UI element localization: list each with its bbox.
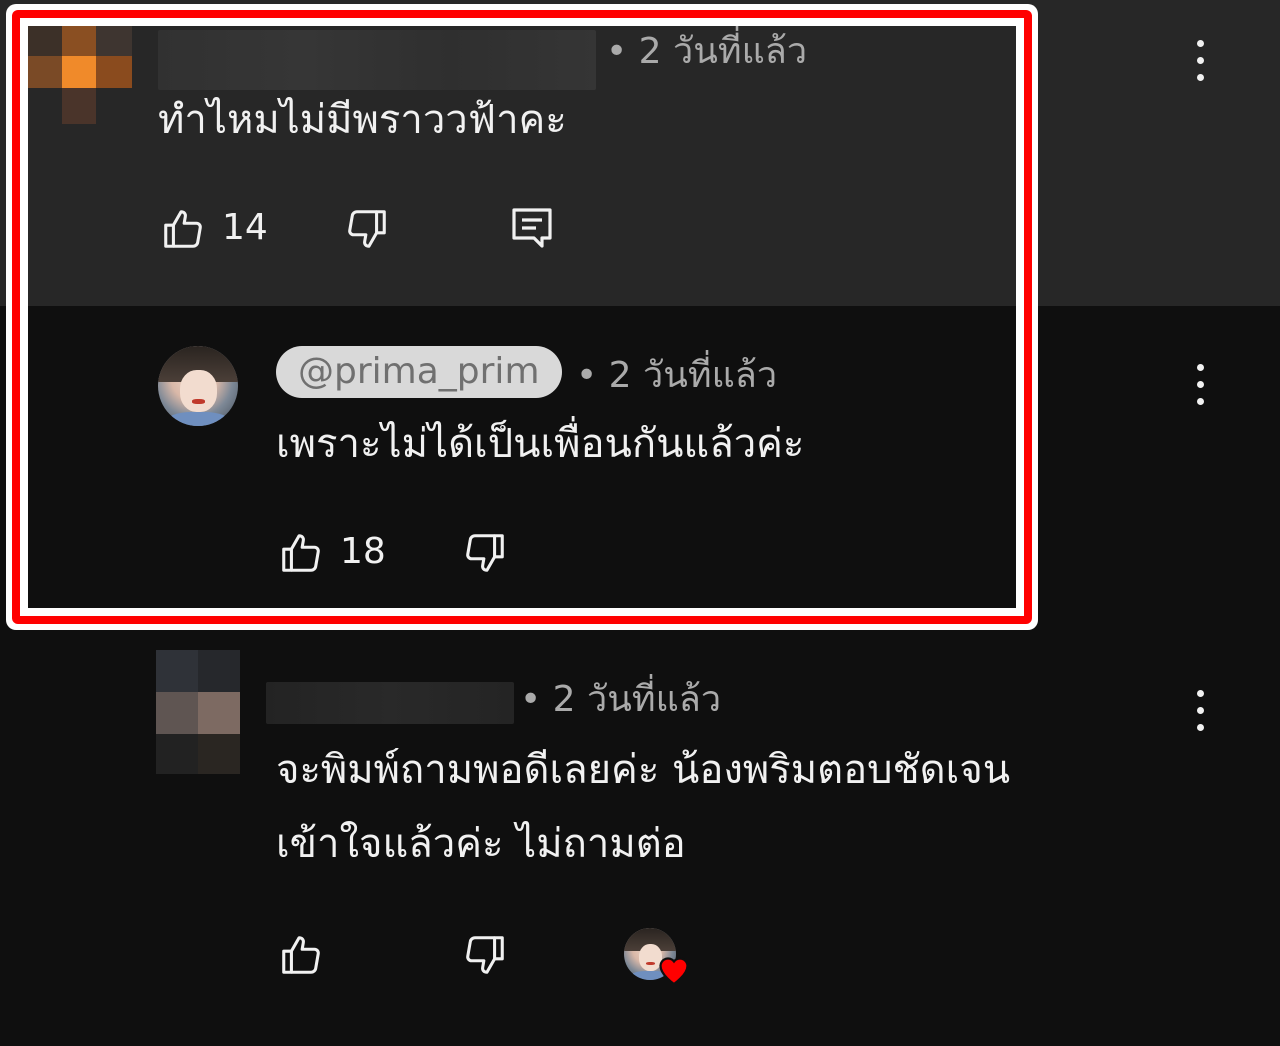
avatar-comment-1[interactable] <box>28 26 132 124</box>
like-count: 18 <box>340 531 386 572</box>
reply-text-line-1: จะพิมพ์ถามพอดีเลยค่ะ น้องพริมตอบชัดเจน <box>276 747 1011 793</box>
dislike-icon[interactable] <box>462 932 508 978</box>
reply-timestamp: • 2 วันที่แล้ว <box>520 679 722 720</box>
like-icon[interactable] <box>160 206 206 252</box>
like-icon[interactable] <box>278 932 324 978</box>
avatar-reply-2[interactable] <box>156 650 240 774</box>
creator-heart-icon <box>659 957 689 986</box>
author-name-blurred[interactable] <box>158 30 596 90</box>
author-name-blurred[interactable] <box>266 682 514 724</box>
dislike-icon[interactable] <box>462 530 508 576</box>
like-count: 14 <box>222 207 268 248</box>
creator-handle-badge[interactable]: @prima_prim <box>276 346 562 398</box>
more-vert-icon[interactable] <box>1194 40 1206 84</box>
reply-timestamp: • 2 วันที่แล้ว <box>576 355 778 396</box>
reply-text: เพราะไม่ได้เป็นเพื่อนกันแล้วค่ะ <box>276 421 805 467</box>
reply-icon[interactable] <box>508 204 556 252</box>
like-icon[interactable] <box>278 530 324 576</box>
more-vert-icon[interactable] <box>1194 690 1206 734</box>
dislike-icon[interactable] <box>344 206 390 252</box>
comment-timestamp: • 2 วันที่แล้ว <box>606 31 808 72</box>
avatar-prima-prim[interactable] <box>158 346 238 426</box>
more-vert-icon[interactable] <box>1194 364 1206 408</box>
comment-text: ทำไหมไม่มีพราววฟ้าคะ <box>158 97 567 143</box>
reply-text-line-2: เข้าใจแล้วค่ะ ไม่ถามต่อ <box>276 821 686 867</box>
